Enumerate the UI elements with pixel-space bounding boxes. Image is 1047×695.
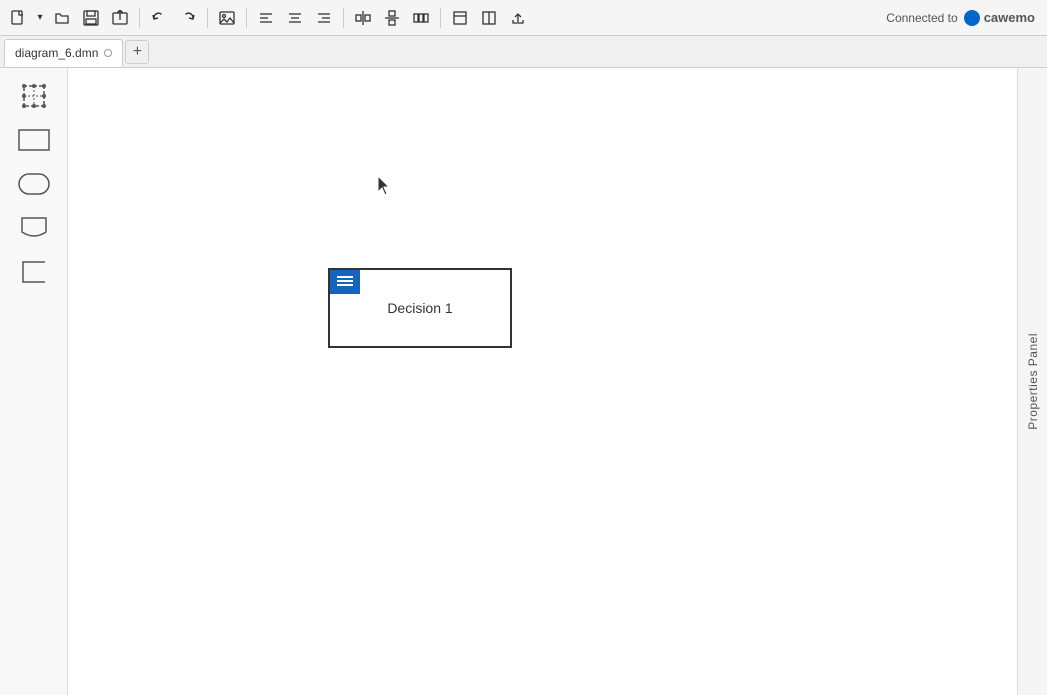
sep3	[246, 8, 247, 28]
extra-tools	[446, 4, 532, 32]
select-tool[interactable]	[10, 76, 58, 116]
redo-button[interactable]	[174, 4, 202, 32]
align-right-button[interactable]	[310, 4, 338, 32]
brand-name: cawemo	[984, 10, 1035, 25]
tab-bar: diagram_6.dmn +	[0, 36, 1047, 68]
sep4	[343, 8, 344, 28]
sep5	[440, 8, 441, 28]
export-button[interactable]	[106, 4, 134, 32]
rounded-rect-tool[interactable]	[10, 164, 58, 204]
connected-text: Connected to	[886, 11, 957, 25]
distribute-v-button[interactable]	[378, 4, 406, 32]
main-area: Decision 1 Properties Panel	[0, 68, 1047, 695]
rectangle-tool[interactable]	[10, 120, 58, 160]
file-tools: ▾	[4, 4, 134, 32]
undo-button[interactable]	[145, 4, 173, 32]
annotation-tool[interactable]	[10, 252, 58, 292]
distribute-space-button[interactable]	[407, 4, 435, 32]
cawemo-icon	[964, 10, 980, 26]
left-toolbar	[0, 68, 68, 695]
properties-panel[interactable]: Properties Panel	[1017, 68, 1047, 695]
upload-button[interactable]	[504, 4, 532, 32]
mouse-cursor	[378, 176, 390, 194]
main-toolbar: ▾	[0, 0, 1047, 36]
tab-label: diagram_6.dmn	[15, 46, 98, 60]
align-center-button[interactable]	[281, 4, 309, 32]
canvas[interactable]: Decision 1	[68, 68, 1047, 695]
sep1	[139, 8, 140, 28]
align-left-button[interactable]	[252, 4, 280, 32]
image-button[interactable]	[213, 4, 241, 32]
decision-node-label: Decision 1	[330, 270, 510, 346]
sep2	[207, 8, 208, 28]
insert-tools	[213, 4, 241, 32]
open-file-button[interactable]	[48, 4, 76, 32]
align-tools	[252, 4, 338, 32]
distribute-tools	[349, 4, 435, 32]
extra-btn1[interactable]	[446, 4, 474, 32]
tab-diagram6[interactable]: diagram_6.dmn	[4, 39, 123, 67]
new-file-dropdown[interactable]: ▾	[33, 4, 47, 32]
properties-panel-label: Properties Panel	[1026, 333, 1040, 430]
cawemo-logo: cawemo	[964, 10, 1035, 26]
decision-node[interactable]: Decision 1	[328, 268, 512, 348]
connection-status: Connected to cawemo	[886, 10, 1043, 26]
knowledge-source-tool[interactable]	[10, 208, 58, 248]
save-button[interactable]	[77, 4, 105, 32]
distribute-h-button[interactable]	[349, 4, 377, 32]
tab-unsaved-indicator	[104, 49, 112, 57]
add-tab-button[interactable]: +	[125, 40, 149, 64]
new-file-button[interactable]	[4, 4, 32, 32]
extra-btn2[interactable]	[475, 4, 503, 32]
history-tools	[145, 4, 202, 32]
